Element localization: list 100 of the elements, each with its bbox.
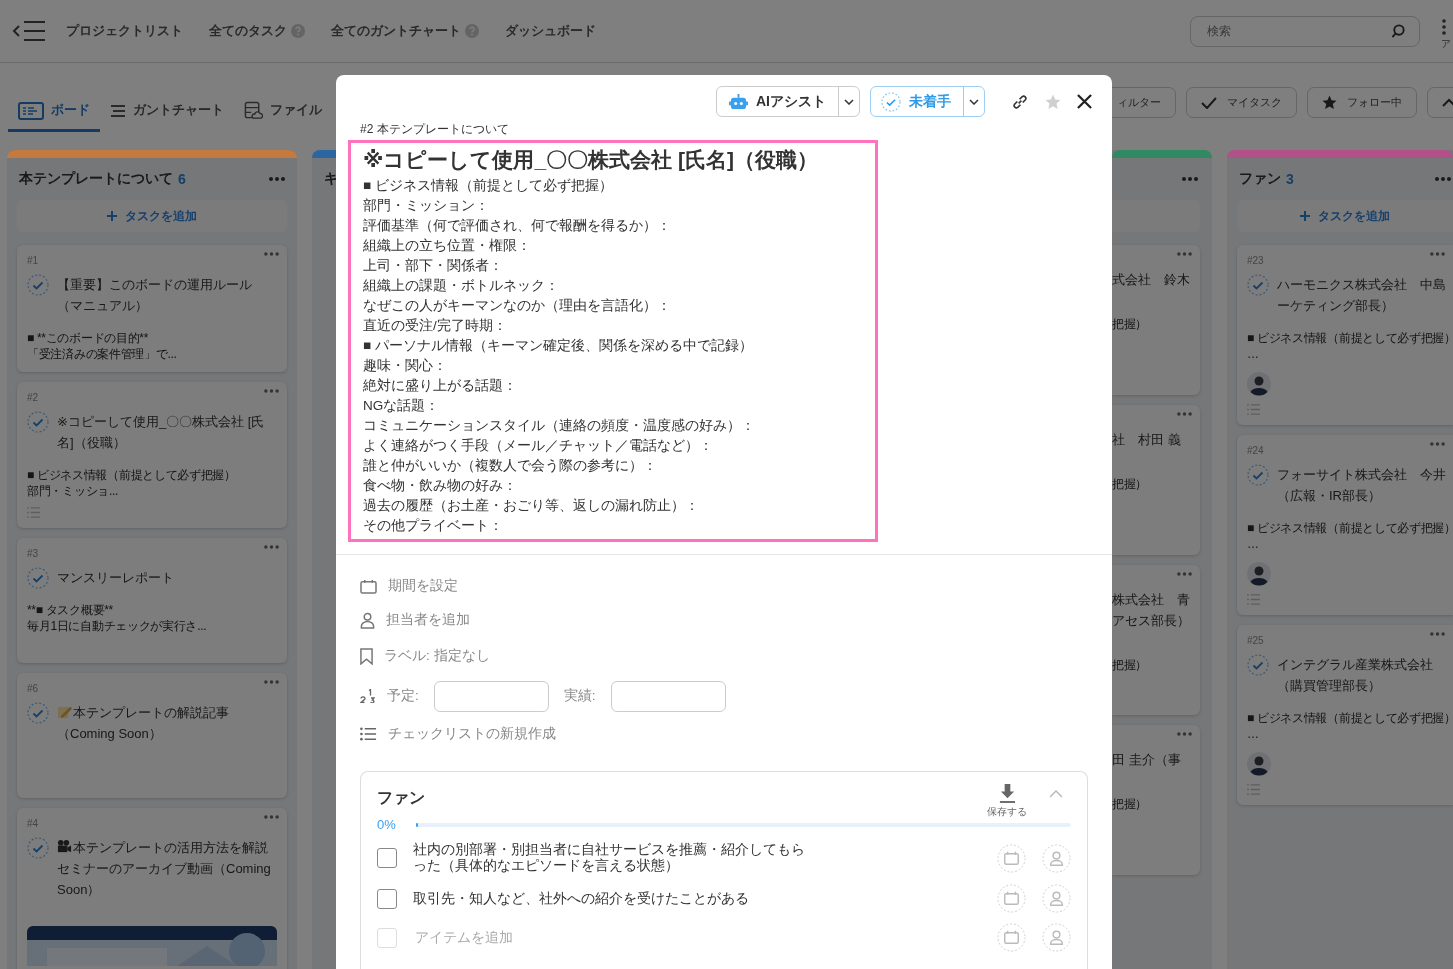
add-task-button[interactable]: タスクを追加 xyxy=(17,200,287,232)
assignee-icon[interactable] xyxy=(1042,843,1071,873)
view-tab[interactable]: ボード xyxy=(8,91,100,132)
checkbox[interactable] xyxy=(377,848,397,868)
nav-link[interactable]: 全てのガントチャート xyxy=(331,22,479,40)
star-icon[interactable] xyxy=(1045,93,1061,110)
due-date-icon[interactable] xyxy=(997,843,1026,873)
new-checklist-link[interactable]: チェックリストの新規作成 xyxy=(388,725,556,743)
due-date-icon[interactable] xyxy=(997,923,1026,952)
assignee-icon[interactable] xyxy=(1042,884,1071,913)
check-circle-icon[interactable] xyxy=(27,411,49,433)
search-field[interactable]: 検索 xyxy=(1190,15,1420,47)
calendar-icon xyxy=(360,578,377,594)
menu-icon[interactable] xyxy=(12,20,46,42)
description-line: 上司・部下・関係者： xyxy=(363,257,504,275)
link-icon[interactable] xyxy=(1011,92,1029,111)
more-icon[interactable] xyxy=(264,252,279,256)
description-line: 絶対に盛り上がる話題： xyxy=(363,377,518,395)
save-button[interactable]: 保存する xyxy=(985,782,1029,821)
task-preview: 把握） xyxy=(1112,316,1148,332)
task-card[interactable]: #2 ※コピーして使用_〇〇株式会社 [氏名]（役職） ■ ビジネス情報（前提として必ず把握） 部門・ミッショ... xyxy=(17,382,287,528)
more-icon[interactable] xyxy=(1182,177,1198,181)
checklist-item-text: 取引先・知人など、社外への紹介を受けたことがある xyxy=(413,890,750,907)
add-task-button[interactable]: タスクを追加 xyxy=(1237,200,1453,232)
task-title: （広報・IR部長） xyxy=(1277,487,1382,505)
task-card[interactable]: #4 本テンプレートの活用方法を解説セミナーのアーカイブ動画（Coming Soon） xyxy=(17,808,287,969)
description-line: ■ パーソナル情報（キーマン確定後、関係を深める中で記録） xyxy=(363,337,754,355)
more-icon[interactable] xyxy=(1430,252,1445,256)
task-preview: ■ **このボードの目的** xyxy=(27,330,149,346)
check-circle-icon[interactable] xyxy=(1247,274,1269,296)
task-card[interactable]: #3 マンスリーレポート **■ タスク概要** 毎月1日に自動チェックが実行さ... xyxy=(17,538,287,663)
more-icon[interactable] xyxy=(264,545,279,549)
check-circle-icon[interactable] xyxy=(1247,464,1269,486)
movie-camera-icon xyxy=(57,839,72,854)
nav-link[interactable]: プロジェクトリスト xyxy=(66,22,183,40)
more-icon[interactable] xyxy=(264,389,279,393)
column-title: ファン xyxy=(1239,170,1281,188)
more-icon[interactable] xyxy=(1435,177,1451,181)
more-icon[interactable] xyxy=(269,177,285,181)
checkbox[interactable] xyxy=(377,888,397,909)
set-period-link[interactable]: 期間を設定 xyxy=(388,577,458,595)
task-number: #25 xyxy=(1247,635,1265,646)
check-circle-icon[interactable] xyxy=(27,837,49,859)
plus-icon xyxy=(107,211,117,221)
status-button[interactable]: 未着手 xyxy=(870,86,985,117)
more-icon[interactable] xyxy=(1177,412,1192,416)
nav-link[interactable]: 全てのタスク xyxy=(209,22,305,40)
task-title: アセス部長） xyxy=(1112,612,1191,630)
check-circle-icon[interactable] xyxy=(27,702,49,724)
more-icon[interactable] xyxy=(264,680,279,684)
task-card[interactable]: 社 村田 義 把握） xyxy=(1112,405,1200,555)
task-title: 【重要】このボードの運用ルール（マニュアル） xyxy=(57,276,253,315)
chevron-up-icon[interactable] xyxy=(1049,790,1063,798)
check-circle-icon[interactable] xyxy=(27,274,49,296)
check-circle-icon xyxy=(881,91,901,112)
toolbar-button[interactable]: マイタスク xyxy=(1186,87,1297,118)
more-icon[interactable] xyxy=(1177,572,1192,576)
task-card[interactable]: 式会社 鈴木 把握） xyxy=(1112,245,1200,395)
more-icon[interactable] xyxy=(1430,442,1445,446)
check-circle-icon[interactable] xyxy=(27,567,49,589)
task-preview: 把握） xyxy=(1112,476,1148,492)
nav-link[interactable]: ダッシュボード xyxy=(505,22,596,40)
view-tab[interactable]: ガントチャート xyxy=(100,92,234,131)
task-title: フォーサイト株式会社 今井 xyxy=(1277,466,1446,484)
due-date-icon[interactable] xyxy=(997,884,1026,913)
add-assignee-link[interactable]: 担当者を追加 xyxy=(386,611,470,629)
task-card[interactable]: #24 フォーサイト株式会社 今井 （広報・IR部長） ■ ビジネス情報（前提として必ず把握） … xyxy=(1237,435,1453,615)
task-card[interactable]: #25 インテグラル産業株式会社 （購買管理部長） ■ ビジネス情報（前提として必ず把握） … xyxy=(1237,625,1453,805)
breadcrumb: #2 本テンプレートについて xyxy=(360,121,510,138)
task-card[interactable]: 田 圭介（事 把握） xyxy=(1112,725,1200,875)
task-card[interactable]: #23 ハーモニクス株式会社 中島 ーケティング部長） ■ ビジネス情報（前提として必ず把握） … xyxy=(1237,245,1453,425)
task-number: #4 xyxy=(27,818,40,829)
actual-field[interactable] xyxy=(610,680,726,712)
description-line: なぜこの人がキーマンなのか（理由を言語化）： xyxy=(363,297,672,315)
more-icon[interactable] xyxy=(264,815,279,819)
task-count: 6 xyxy=(178,171,186,187)
task-card[interactable]: #1 【重要】このボードの運用ルール（マニュアル） ■ **このボードの目的** 「受注済みの案件管理」で... xyxy=(17,245,287,372)
estimate-field[interactable] xyxy=(433,680,549,712)
description-line: 部門・ミッション： xyxy=(363,197,490,215)
task-title: 式会社 鈴木 xyxy=(1112,271,1191,289)
more-icon[interactable] xyxy=(1177,252,1192,256)
description-line: ■ ビジネス情報（前提として必ず把握） xyxy=(363,177,614,195)
task-preview: 把握） xyxy=(1112,657,1148,673)
board-icon xyxy=(18,101,44,120)
description-box[interactable] xyxy=(348,140,878,542)
ai-assist-button[interactable]: AIアシスト xyxy=(716,86,860,117)
label-link[interactable]: ラベル: 指定なし xyxy=(384,647,490,665)
toolbar-button[interactable]: フォロー中 xyxy=(1307,87,1417,118)
check-circle-icon[interactable] xyxy=(1247,654,1269,676)
task-preview: … xyxy=(1247,726,1259,742)
task-number: #1 xyxy=(27,255,40,266)
description-line: 組織上の立ち位置・権限： xyxy=(363,237,532,255)
more-icon[interactable] xyxy=(1177,732,1192,736)
view-tab[interactable]: ファイル xyxy=(234,91,332,132)
task-card[interactable]: 株式会社 青 アセス部長） 把握） xyxy=(1112,565,1200,715)
task-title: 本テンプレートの解説記事（Coming Soon） xyxy=(57,703,230,743)
close-icon[interactable] xyxy=(1077,94,1092,109)
assignee-icon[interactable] xyxy=(1042,923,1071,952)
robot-icon xyxy=(729,93,748,110)
more-icon[interactable] xyxy=(1430,632,1445,636)
